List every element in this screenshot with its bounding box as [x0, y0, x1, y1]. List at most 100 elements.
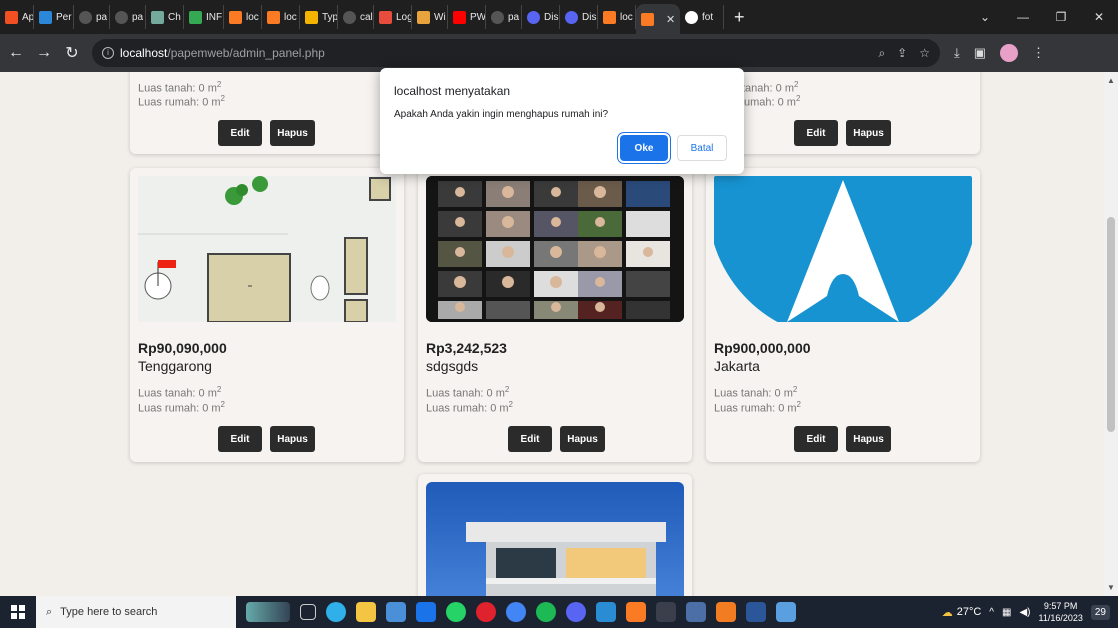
task-view-icon[interactable] [300, 604, 316, 620]
tab[interactable]: Ap [0, 5, 34, 29]
scroll-down-icon[interactable]: ▼ [1107, 583, 1115, 592]
taskbar: ⌕ Type here to search ☁ 27°C ^ ▦ ◀) 9:57 … [0, 596, 1118, 628]
edit-button[interactable]: Edit [218, 426, 262, 452]
taskbar-search-input[interactable]: ⌕ Type here to search [36, 596, 236, 628]
delete-button[interactable]: Hapus [560, 426, 605, 452]
show-hidden-icons[interactable]: ^ [989, 607, 994, 618]
new-tab-icon[interactable]: + [724, 7, 755, 28]
forward-icon[interactable]: → [32, 44, 56, 62]
cancel-button[interactable]: Batal [677, 135, 727, 161]
scroll-up-icon[interactable]: ▲ [1107, 76, 1115, 85]
intellij-icon[interactable] [716, 602, 736, 622]
windows-icon [11, 605, 25, 619]
listing-card: Rp3,242,523 sdgsgds Luas tanah: 0 m2 Lua… [418, 168, 692, 462]
weather[interactable]: ☁ 27°C [942, 606, 982, 619]
tab[interactable]: pa [110, 5, 146, 29]
tab[interactable]: loc [262, 5, 300, 29]
spotify-icon[interactable] [536, 602, 556, 622]
site-info-icon[interactable]: i [102, 47, 114, 59]
window-controls: ⌄ — ❐ ✕ [966, 0, 1118, 34]
download-icon[interactable]: ⤓ [954, 45, 960, 61]
edit-button[interactable]: Edit [794, 426, 838, 452]
tab[interactable]: cal [338, 5, 374, 29]
house-area: Luas rumah: 0 m2 [138, 94, 225, 109]
close-tab-icon[interactable]: ✕ [666, 13, 675, 26]
share-icon[interactable]: ⇪ [897, 46, 907, 61]
delete-button[interactable]: Hapus [270, 426, 315, 452]
tab[interactable]: pa [486, 5, 522, 29]
edit-button[interactable]: Edit [794, 120, 838, 146]
whatsapp-icon[interactable] [446, 602, 466, 622]
xampp-icon[interactable] [626, 602, 646, 622]
close-window-icon[interactable]: ✕ [1080, 10, 1118, 24]
url-input[interactable]: i localhost/papemweb/admin_panel.php ⌕ ⇪… [92, 39, 940, 67]
tab[interactable]: loc [598, 5, 636, 29]
tab-strip: Ap Per pa pa Ch INF loc loc Typ cal Log … [0, 0, 1118, 34]
menu-icon[interactable]: ⋮ [1032, 45, 1045, 61]
address-bar: ← → ↻ i localhost/papemweb/admin_panel.p… [0, 34, 1118, 72]
land-area: Luas tanah: 0 m2 [138, 80, 222, 95]
mail-icon[interactable] [416, 602, 436, 622]
start-button[interactable] [0, 596, 36, 628]
listing-price: Rp3,242,523 [426, 340, 507, 356]
land-area: tanah: 0 m2 [742, 80, 799, 95]
side-panel-icon[interactable]: ▣ [974, 45, 986, 61]
scrollbar-thumb[interactable] [1107, 217, 1115, 432]
delete-button[interactable]: Hapus [846, 120, 891, 146]
tab[interactable]: Dis [522, 5, 560, 29]
zoom-icon[interactable]: ⌕ [878, 46, 885, 61]
search-icon: ⌕ [46, 605, 53, 618]
tab[interactable]: PW [448, 5, 486, 29]
delete-button[interactable]: Hapus [846, 426, 891, 452]
tab[interactable]: Wi [412, 5, 448, 29]
tab[interactable]: fot [680, 5, 724, 29]
listing-card [418, 474, 692, 596]
house-area: Luas rumah: 0 m2 [138, 400, 225, 415]
listing-image-house [426, 482, 684, 596]
tab[interactable]: loc [224, 5, 262, 29]
word-icon[interactable] [746, 602, 766, 622]
notifications-icon[interactable]: 29 [1090, 604, 1110, 620]
news-widget-icon[interactable] [246, 602, 290, 622]
tab[interactable]: Ch [146, 5, 184, 29]
vscode-icon[interactable] [596, 602, 616, 622]
edge-icon[interactable] [326, 602, 346, 622]
tab[interactable]: Dis [560, 5, 598, 29]
chrome-icon[interactable] [506, 602, 526, 622]
tab-search-icon[interactable]: ⌄ [966, 10, 1004, 24]
tab[interactable]: pa [74, 5, 110, 29]
listing-card: tanah: 0 m2 umah: 0 m2 Edit Hapus [706, 72, 980, 154]
restore-icon[interactable]: ❐ [1042, 10, 1080, 24]
opera-icon[interactable] [476, 602, 496, 622]
bookmark-star-icon[interactable]: ☆ [919, 46, 930, 61]
house-area: Luas rumah: 0 m2 [426, 400, 513, 415]
back-icon[interactable]: ← [4, 44, 28, 62]
ok-button[interactable]: Oke [620, 135, 668, 161]
system-tray: ☁ 27°C ^ ▦ ◀) 9:57 PM 11/16/2023 29 [942, 596, 1118, 628]
tab[interactable]: INF [184, 5, 224, 29]
volume-icon[interactable]: ◀) [1019, 607, 1030, 618]
edit-button[interactable]: Edit [508, 426, 552, 452]
file-explorer-icon[interactable] [356, 602, 376, 622]
profile-avatar[interactable] [1000, 44, 1019, 62]
edit-button[interactable]: Edit [218, 120, 262, 146]
page-scrollbar[interactable]: ▲ ▼ [1104, 72, 1118, 596]
minimize-icon[interactable]: — [1004, 10, 1042, 24]
listing-card: Rp900,000,000 Jakarta Luas tanah: 0 m2 L… [706, 168, 980, 462]
tab[interactable]: Log [374, 5, 412, 29]
delete-button[interactable]: Hapus [270, 120, 315, 146]
tab[interactable]: Typ [300, 5, 338, 29]
tab[interactable]: Per [34, 5, 74, 29]
house-area: umah: 0 m2 [744, 94, 801, 109]
tab-active[interactable]: ✕ [636, 4, 680, 34]
dev-icon[interactable] [656, 602, 676, 622]
reload-icon[interactable]: ↻ [60, 43, 84, 63]
discord-icon[interactable] [566, 602, 586, 622]
clock[interactable]: 9:57 PM 11/16/2023 [1038, 600, 1082, 624]
photos-icon[interactable] [776, 602, 796, 622]
land-area: Luas tanah: 0 m2 [426, 385, 510, 400]
app-icon[interactable] [686, 602, 706, 622]
listing-city: Tenggarong [138, 358, 212, 374]
store-icon[interactable] [386, 602, 406, 622]
network-icon[interactable]: ▦ [1002, 607, 1011, 618]
